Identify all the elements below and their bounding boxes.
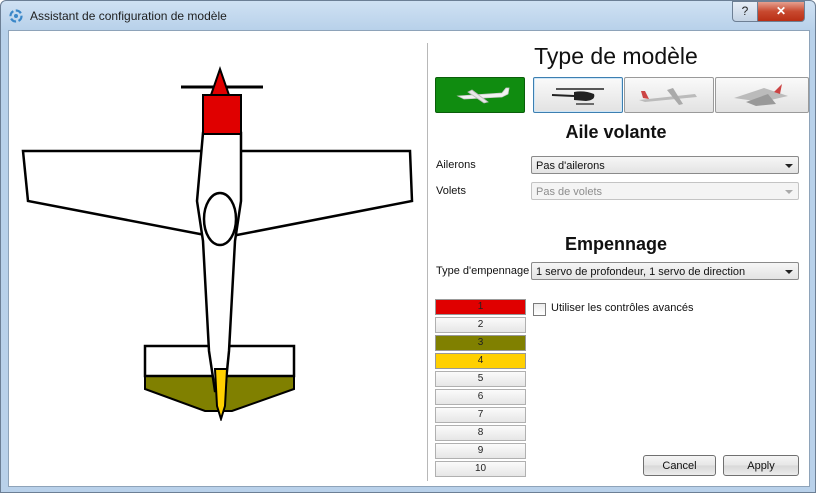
channel-6: 6 xyxy=(435,389,526,405)
channel-1: 1 xyxy=(435,299,526,315)
cockpit xyxy=(202,191,238,247)
airplane-type-button[interactable] xyxy=(435,77,525,113)
chevron-down-icon xyxy=(785,270,793,274)
flaps-label: Volets xyxy=(436,185,466,197)
apply-button[interactable]: Apply xyxy=(723,455,799,476)
ailerons-select[interactable]: Pas d'ailerons xyxy=(531,156,799,174)
close-icon: ✕ xyxy=(775,4,787,18)
spinner xyxy=(209,65,231,96)
app-icon xyxy=(9,9,23,23)
chevron-down-icon xyxy=(785,164,793,168)
glider-type-button[interactable] xyxy=(624,77,714,113)
airplane-diagram xyxy=(21,65,414,421)
helicopter-icon xyxy=(551,88,604,105)
wizard-window: Assistant de configuration de modèle ? ✕… xyxy=(0,0,816,493)
panel-divider xyxy=(427,43,428,481)
channel-3: 3 xyxy=(435,335,526,351)
delta-type-button[interactable] xyxy=(715,77,809,113)
chevron-down-icon xyxy=(785,190,793,194)
ailerons-value: Pas d'ailerons xyxy=(536,160,605,172)
engine xyxy=(202,94,242,135)
title-bar[interactable]: Assistant de configuration de modèle ? ✕ xyxy=(1,1,815,31)
tail-type-label: Type d'empennage xyxy=(436,265,530,277)
close-button[interactable]: ✕ xyxy=(757,1,805,22)
flaps-value: Pas de volets xyxy=(536,186,603,198)
channel-10: 10 xyxy=(435,461,526,477)
ailerons-label: Ailerons xyxy=(436,159,476,171)
advanced-controls-checkbox[interactable] xyxy=(533,303,546,316)
channel-7: 7 xyxy=(435,407,526,423)
delta-wing-icon xyxy=(734,84,788,106)
wizard-body: Type de modèle Aile volante Ailerons Pas… xyxy=(8,30,810,487)
glider-icon xyxy=(639,88,697,105)
channel-5: 5 xyxy=(435,371,526,387)
model-type-heading: Type de modèle xyxy=(534,43,698,69)
airplane-icon xyxy=(456,87,510,104)
window-title: Assistant de configuration de modèle xyxy=(30,9,227,23)
helicopter-type-button[interactable] xyxy=(533,77,623,113)
advanced-controls-label[interactable]: Utiliser les contrôles avancés xyxy=(551,302,693,314)
channel-8: 8 xyxy=(435,425,526,441)
channel-9: 9 xyxy=(435,443,526,459)
flaps-select[interactable]: Pas de volets xyxy=(531,182,799,200)
tail-heading: Empennage xyxy=(564,234,668,254)
channel-2: 2 xyxy=(435,317,526,333)
tail-type-select[interactable]: 1 servo de profondeur, 1 servo de direct… xyxy=(531,262,799,280)
tail-type-value: 1 servo de profondeur, 1 servo de direct… xyxy=(536,266,746,278)
channel-4: 4 xyxy=(435,353,526,369)
help-button[interactable]: ? xyxy=(732,1,758,22)
wing-heading: Aile volante xyxy=(565,122,667,142)
cancel-button[interactable]: Cancel xyxy=(643,455,716,476)
